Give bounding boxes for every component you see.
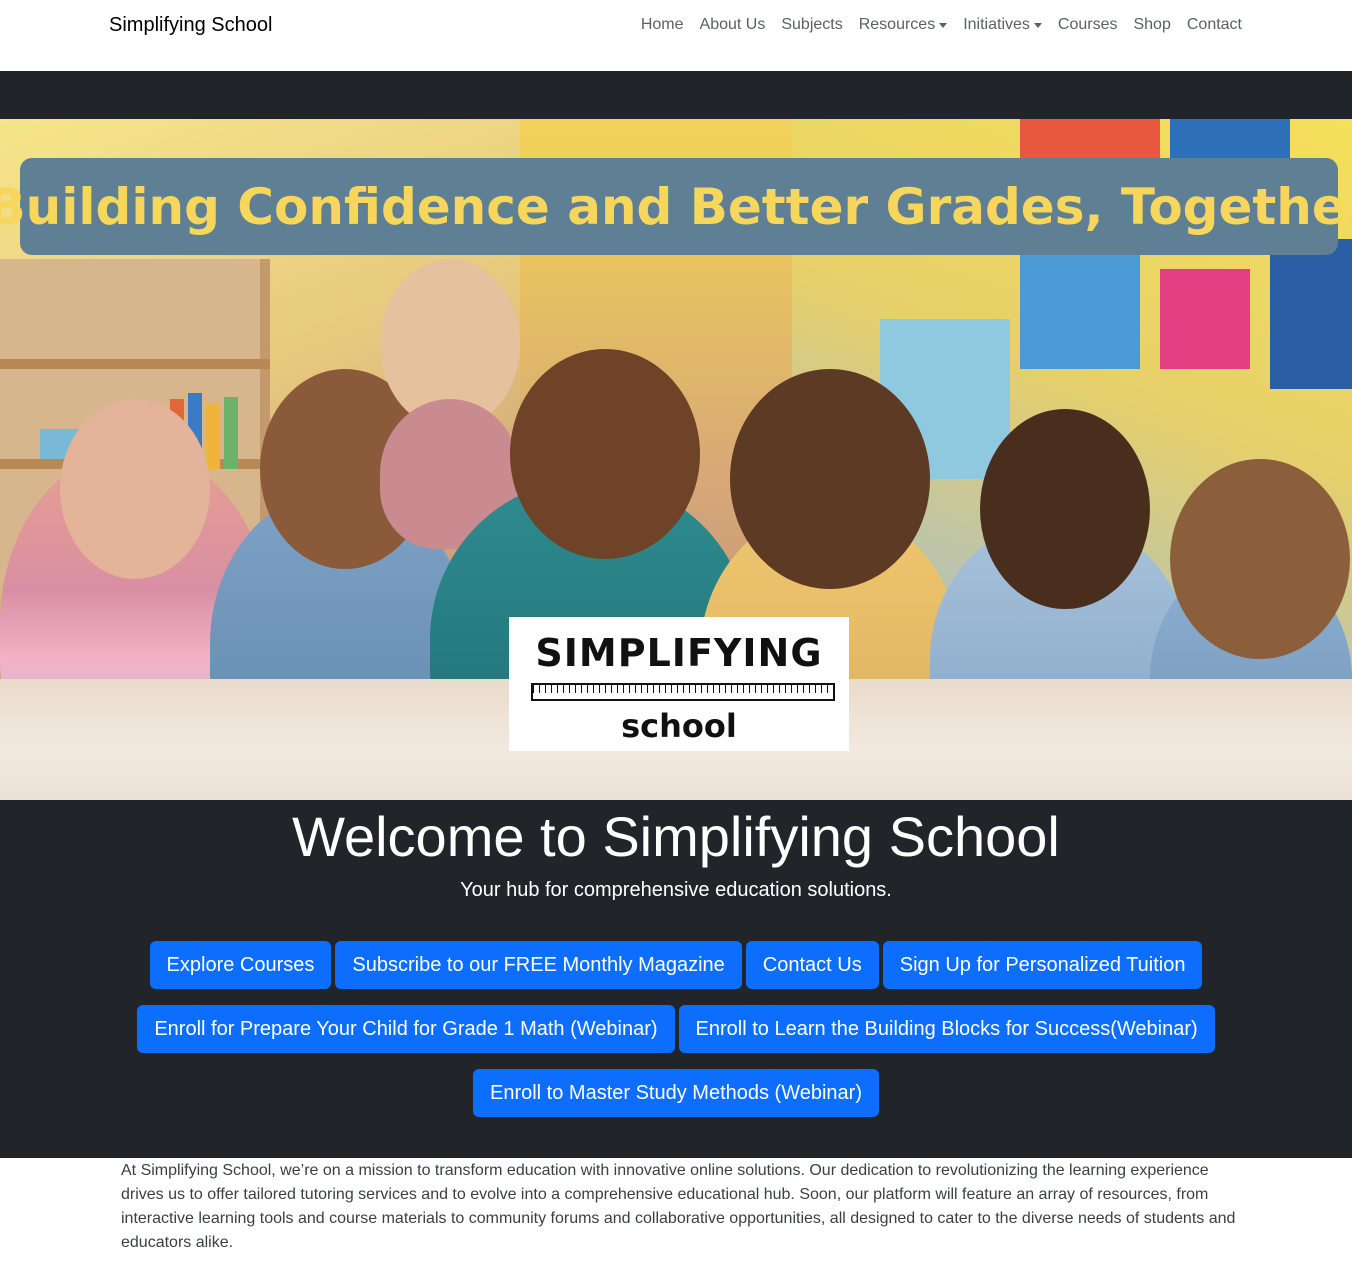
nav-initiatives-label: Initiatives	[963, 16, 1030, 33]
book	[224, 397, 238, 469]
simplifying-school-logo: SIMPLIFYING school	[509, 617, 849, 751]
hero-section: Building Confidence and Better Grades, T…	[0, 71, 1352, 1158]
child-figure	[1170, 459, 1350, 659]
nav-resources-dropdown[interactable]: Resources	[858, 16, 948, 34]
hero-classroom-image: Building Confidence and Better Grades, T…	[0, 119, 1352, 800]
caret-down-icon	[939, 23, 948, 28]
hero-tagline: Your hub for comprehensive education sol…	[460, 879, 892, 901]
nav-home-label: Home	[640, 16, 684, 33]
nav-about-us-label: About Us	[699, 16, 766, 33]
explore-courses-button[interactable]: Explore Courses	[149, 941, 332, 989]
study-methods-webinar-button[interactable]: Enroll to Master Study Methods (Webinar)	[472, 1069, 879, 1117]
nav-courses-label: Courses	[1057, 16, 1118, 33]
top-navbar: Simplifying School Home About Us Subject…	[0, 0, 1352, 71]
nav-contact-label: Contact	[1186, 16, 1242, 33]
hero-button-row-2: Enroll for Prepare Your Child for Grade …	[0, 1005, 1352, 1053]
nav-subjects[interactable]: Subjects	[781, 16, 842, 34]
page-title: Welcome to Simplifying School	[292, 805, 1060, 868]
wall-poster	[1020, 249, 1140, 369]
caret-down-icon	[1033, 23, 1042, 28]
nav-resources-label: Resources	[858, 16, 936, 33]
nav-shop-label: Shop	[1133, 16, 1171, 33]
hero-button-row-1: Explore Courses Subscribe to our FREE Mo…	[0, 941, 1352, 989]
about-paragraph: At Simplifying School, we’re on a missio…	[121, 1162, 1236, 1251]
wall-poster	[1160, 269, 1250, 369]
logo-wordmark: SIMPLIFYING	[535, 631, 823, 675]
logo-subword: school	[621, 707, 737, 745]
subscribe-magazine-button[interactable]: Subscribe to our FREE Monthly Magazine	[335, 941, 742, 989]
hero-button-row-3: Enroll to Master Study Methods (Webinar)	[0, 1069, 1352, 1117]
wall-poster	[1270, 239, 1352, 389]
child-figure	[510, 349, 700, 559]
child-figure	[980, 409, 1150, 609]
nav-subjects-label: Subjects	[781, 16, 843, 33]
nav-shop[interactable]: Shop	[1133, 16, 1170, 34]
building-blocks-webinar-button[interactable]: Enroll to Learn the Building Blocks for …	[678, 1005, 1215, 1053]
nav-menu: Home About Us Subjects Resources Initiat…	[641, 16, 1242, 34]
shelf-board	[0, 359, 270, 369]
child-figure	[60, 399, 210, 579]
child-figure	[730, 369, 930, 589]
contact-us-button[interactable]: Contact Us	[745, 941, 879, 989]
nav-home[interactable]: Home	[641, 16, 684, 34]
brand-link[interactable]: Simplifying School	[109, 14, 272, 37]
personalized-tuition-button[interactable]: Sign Up for Personalized Tuition	[882, 941, 1203, 989]
nav-about-us[interactable]: About Us	[700, 16, 766, 34]
nav-contact[interactable]: Contact	[1187, 16, 1242, 34]
book	[206, 403, 220, 469]
grade1-math-webinar-button[interactable]: Enroll for Prepare Your Child for Grade …	[137, 1005, 675, 1053]
hero-banner-text: Building Confidence and Better Grades, T…	[0, 177, 1352, 236]
nav-initiatives-dropdown[interactable]: Initiatives	[963, 16, 1042, 34]
nav-courses[interactable]: Courses	[1058, 16, 1118, 34]
hero-banner: Building Confidence and Better Grades, T…	[0, 158, 1352, 255]
ruler-icon	[531, 683, 835, 701]
